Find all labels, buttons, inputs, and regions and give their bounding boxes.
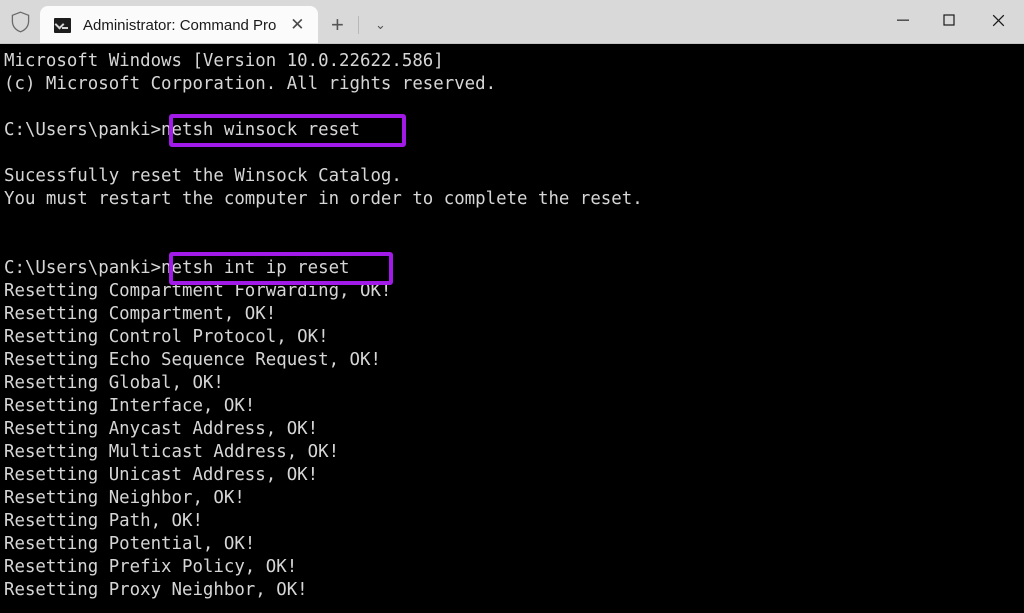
- terminal-line: Resetting Potential, OK!: [4, 534, 256, 554]
- new-tab-button[interactable]: +: [318, 6, 356, 44]
- terminal-line: Sucessfully reset the Winsock Catalog.: [4, 166, 402, 186]
- shield-icon: [11, 11, 30, 33]
- maximize-icon: [943, 14, 955, 26]
- terminal-line: Resetting Global, OK!: [4, 373, 224, 393]
- terminal-line: You must restart the computer in order t…: [4, 189, 643, 209]
- minimize-icon: [897, 19, 909, 21]
- terminal-line: Resetting Prefix Policy, OK!: [4, 557, 298, 577]
- terminal-line: Resetting Anycast Address, OK!: [4, 419, 319, 439]
- terminal-line: Resetting Unicast Address, OK!: [4, 465, 319, 485]
- close-icon: [992, 14, 1004, 26]
- console-icon: [54, 17, 71, 33]
- terminal-line: Resetting Multicast Address, OK!: [4, 442, 340, 462]
- admin-shield-icon-wrap: [0, 0, 40, 44]
- terminal-command-line: C:\Users\panki>netsh winsock reset: [4, 120, 360, 140]
- tab-title: Administrator: Command Pro: [83, 16, 277, 34]
- close-button[interactable]: [972, 0, 1024, 40]
- terminal-output-area[interactable]: Microsoft Windows [Version 10.0.22622.58…: [0, 44, 1024, 613]
- terminal-line: (c) Microsoft Corporation. All rights re…: [4, 74, 497, 94]
- terminal-line: Resetting Compartment, OK!: [4, 304, 277, 324]
- maximize-button[interactable]: [926, 0, 972, 40]
- window-title-bar: Administrator: Command Pro ✕ + ⌄: [0, 0, 1024, 44]
- tab-administrator-command-prompt[interactable]: Administrator: Command Pro ✕: [40, 6, 319, 44]
- terminal-line: Resetting Control Protocol, OK!: [4, 327, 329, 347]
- terminal-line: Resetting Proxy Neighbor, OK!: [4, 580, 308, 600]
- tab-strip-divider: [358, 16, 360, 34]
- terminal-line: Microsoft Windows [Version 10.0.22622.58…: [4, 51, 444, 71]
- chevron-down-icon[interactable]: ⌄: [361, 6, 399, 44]
- terminal-line: Resetting Neighbor, OK!: [4, 488, 245, 508]
- terminal-line: Resetting Compartment Forwarding, OK!: [4, 281, 392, 301]
- tab-strip: Administrator: Command Pro ✕ + ⌄: [40, 0, 880, 44]
- minimize-button[interactable]: [880, 0, 926, 40]
- terminal-command-line: C:\Users\panki>netsh int ip reset: [4, 258, 350, 278]
- terminal-line: Resetting Path, OK!: [4, 511, 203, 531]
- terminal-line: Resetting Echo Sequence Request, OK!: [4, 350, 381, 370]
- close-icon[interactable]: ✕: [282, 10, 312, 40]
- window-controls: [880, 0, 1024, 44]
- terminal-line: Resetting Interface, OK!: [4, 396, 256, 416]
